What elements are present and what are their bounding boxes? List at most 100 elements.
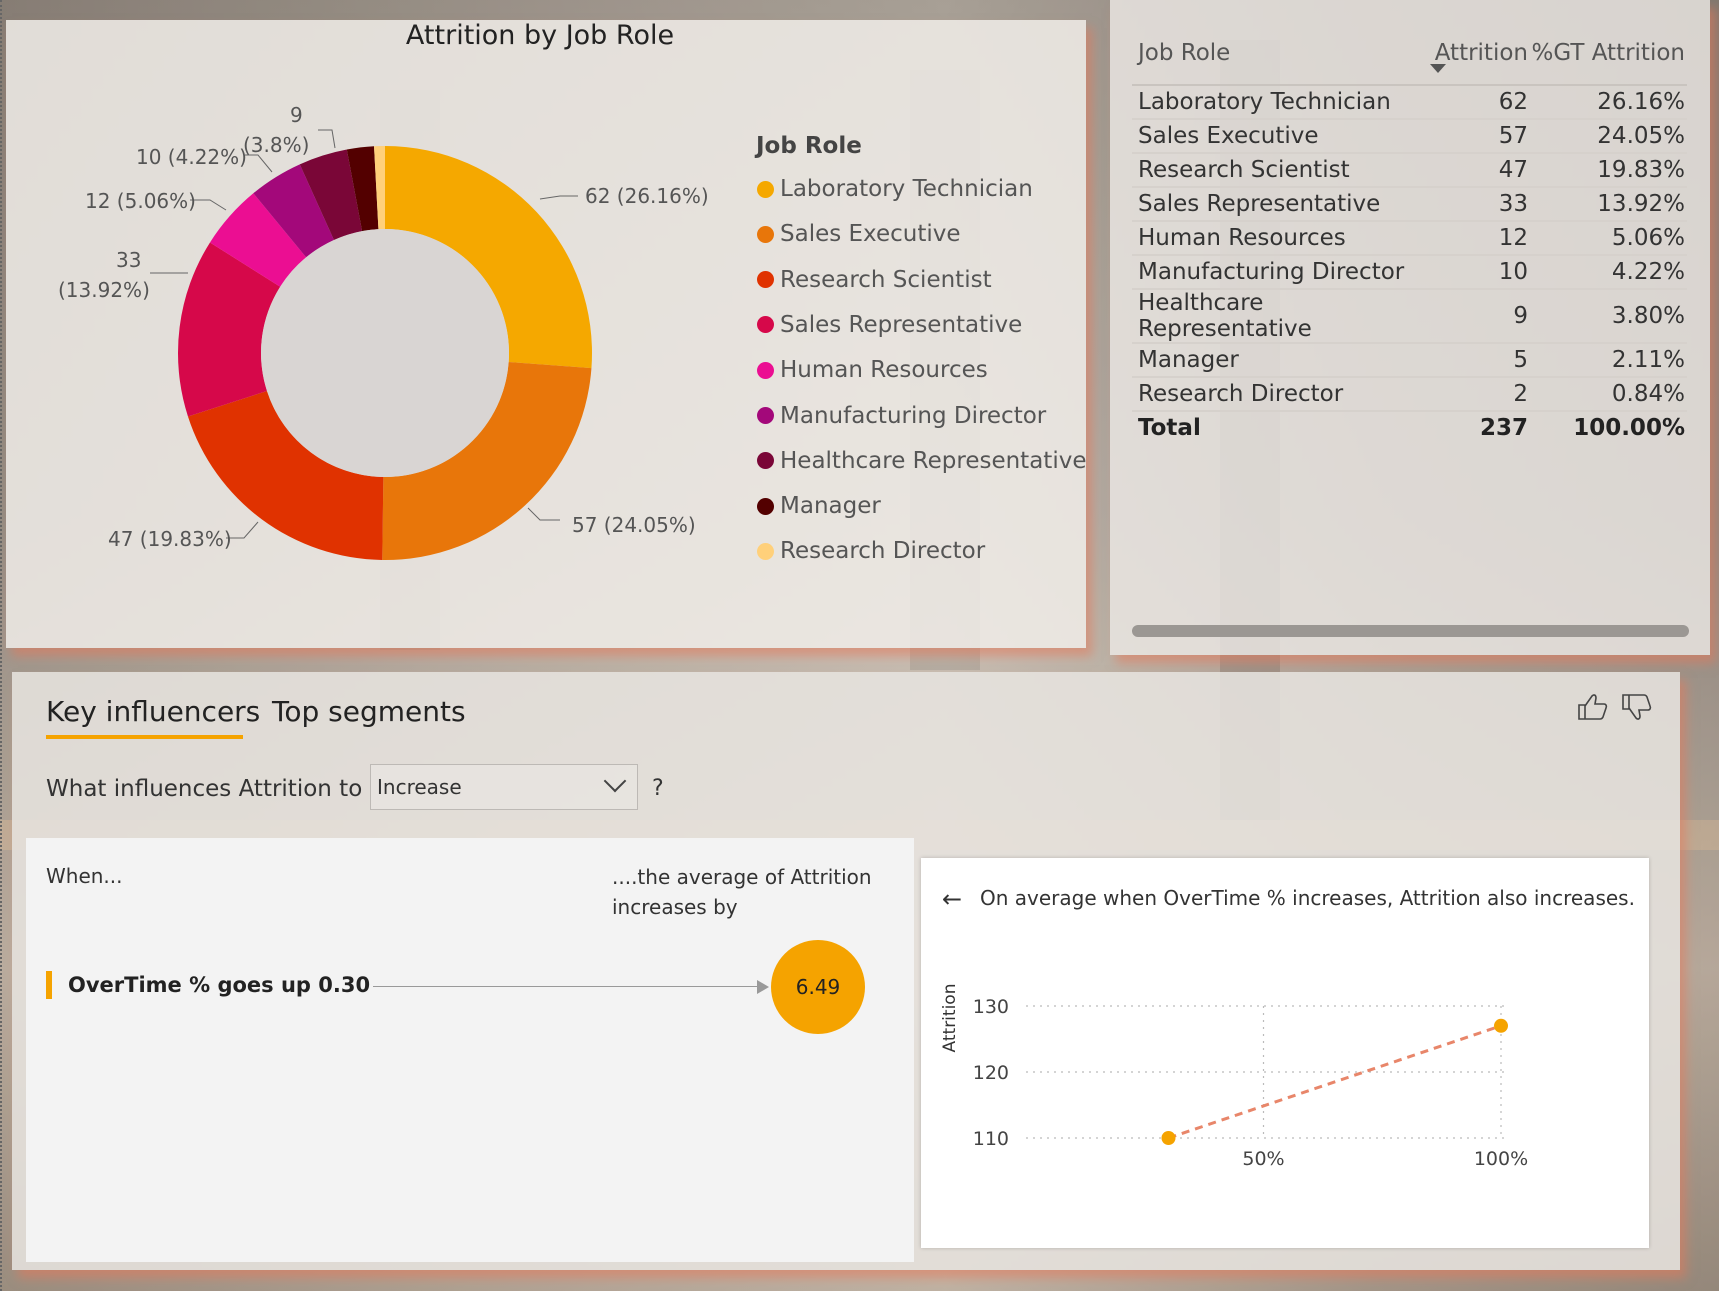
legend-item-healthcare-representative[interactable]: Healthcare Representative bbox=[757, 446, 1086, 476]
cell-job-role: Research Director bbox=[1132, 377, 1430, 412]
table-row[interactable]: Human Resources 12 5.06% bbox=[1132, 221, 1687, 256]
sort-descending-icon[interactable] bbox=[1430, 64, 1446, 73]
cell-attrition: 33 bbox=[1430, 187, 1530, 222]
outcome-dropdown[interactable]: Increase bbox=[370, 764, 638, 810]
influencer-selected-marker bbox=[46, 971, 52, 999]
donut-hole bbox=[261, 229, 509, 477]
tab-top-segments[interactable]: Top segments bbox=[272, 695, 466, 728]
legend-label: Manager bbox=[780, 493, 881, 520]
cell-gt-attrition: 2.11% bbox=[1530, 343, 1687, 378]
slice-label-health-pct: (3.8%) bbox=[243, 133, 310, 157]
influencer-label[interactable]: OverTime % goes up 0.30 bbox=[68, 973, 370, 997]
legend-swatch bbox=[757, 407, 774, 424]
legend-label: Sales Executive bbox=[780, 221, 961, 248]
legend-item-research-director[interactable]: Research Director bbox=[757, 536, 985, 566]
active-tab-indicator bbox=[46, 735, 243, 739]
chevron-down-icon bbox=[603, 769, 627, 793]
legend-label: Human Resources bbox=[780, 357, 988, 384]
cell-job-role: Laboratory Technician bbox=[1132, 85, 1430, 120]
table-row[interactable]: Research Scientist 47 19.83% bbox=[1132, 153, 1687, 188]
cell-attrition: 57 bbox=[1430, 119, 1530, 154]
x-tick-label: 50% bbox=[1242, 1148, 1284, 1170]
legend-item-sales-executive[interactable]: Sales Executive bbox=[757, 219, 961, 249]
job-role-table-panel[interactable]: Job Role Attrition %GT Attrition Laborat… bbox=[1110, 0, 1710, 655]
legend-label: Laboratory Technician bbox=[780, 176, 1033, 202]
thumbs-up-icon[interactable] bbox=[1576, 692, 1610, 722]
help-icon[interactable]: ? bbox=[652, 776, 664, 801]
cell-job-role: Total bbox=[1138, 415, 1201, 441]
column-header-job-role[interactable]: Job Role bbox=[1132, 30, 1430, 86]
connector-arrow-icon bbox=[757, 980, 769, 994]
slice-label-research-sci: 47 (19.83%) bbox=[108, 527, 232, 551]
slice-label-sales-exec: 57 (24.05%) bbox=[572, 513, 696, 537]
legend-label: Sales Representative bbox=[780, 311, 1023, 338]
cell-attrition: 12 bbox=[1430, 221, 1530, 256]
legend-item-laboratory-technician[interactable]: Laboratory Technician bbox=[757, 174, 1033, 204]
legend-swatch bbox=[757, 180, 774, 198]
legend-swatch bbox=[757, 497, 774, 515]
tab-key-influencers[interactable]: Key influencers bbox=[46, 695, 260, 728]
cell-attrition: 9 bbox=[1430, 289, 1530, 344]
legend-swatch bbox=[757, 225, 774, 243]
legend-item-human-resources[interactable]: Human Resources bbox=[757, 355, 988, 385]
data-point[interactable] bbox=[1161, 1131, 1176, 1145]
cell-gt-attrition: 100.00% bbox=[1573, 415, 1685, 441]
y-tick-label: 110 bbox=[973, 1128, 1009, 1150]
table-row[interactable]: Healthcare Representative 9 3.80% bbox=[1132, 289, 1687, 344]
cell-job-role: Manufacturing Director bbox=[1132, 255, 1430, 290]
cell-gt-attrition: 0.84% bbox=[1530, 377, 1687, 412]
table-total-row[interactable]: Total 237 100.00% bbox=[1132, 411, 1687, 444]
table-row[interactable]: Manufacturing Director 10 4.22% bbox=[1132, 255, 1687, 290]
legend-swatch bbox=[757, 316, 774, 334]
table-row[interactable]: Manager 5 2.11% bbox=[1132, 343, 1687, 378]
cell-job-role: Healthcare Representative bbox=[1132, 289, 1430, 344]
data-point[interactable] bbox=[1494, 1018, 1508, 1033]
influencer-value-bubble[interactable]: 6.49 bbox=[771, 940, 865, 1034]
slice-label-hr: 12 (5.06%) bbox=[85, 189, 196, 213]
slice-label-sales-rep-pct: (13.92%) bbox=[58, 278, 150, 302]
legend-item-sales-representative[interactable]: Sales Representative bbox=[757, 310, 1022, 340]
y-tick-label: 120 bbox=[973, 1062, 1009, 1084]
column-header-attrition[interactable]: Attrition bbox=[1430, 30, 1530, 86]
horizontal-scrollbar[interactable] bbox=[1132, 625, 1689, 637]
cell-gt-attrition: 19.83% bbox=[1530, 153, 1687, 188]
cell-gt-attrition: 26.16% bbox=[1530, 85, 1687, 120]
cell-job-role: Sales Representative bbox=[1132, 187, 1430, 222]
influencer-connector-line bbox=[373, 986, 759, 987]
cell-gt-attrition: 5.06% bbox=[1530, 221, 1687, 256]
detail-line-chart[interactable]: Attrition 130 120 110 50% 100% bbox=[921, 858, 1649, 1248]
cell-attrition: 237 bbox=[1479, 415, 1528, 441]
dropdown-value: Increase bbox=[377, 775, 462, 799]
slice-label-health-count: 9 bbox=[290, 103, 303, 127]
question-label: What influences Attrition to bbox=[46, 776, 363, 802]
legend-item-manufacturing-director[interactable]: Manufacturing Director bbox=[757, 401, 1046, 431]
cell-attrition: 62 bbox=[1430, 85, 1530, 120]
cell-attrition: 2 bbox=[1430, 377, 1530, 412]
cell-attrition: 47 bbox=[1430, 153, 1530, 188]
table-row[interactable]: Research Director 2 0.84% bbox=[1132, 377, 1687, 412]
slice-label-mfg-dir: 10 (4.22%) bbox=[136, 145, 247, 169]
average-increase-label: ....the average of Attrition increases b… bbox=[612, 862, 872, 922]
cell-attrition: 10 bbox=[1430, 255, 1530, 290]
y-tick-label: 130 bbox=[973, 996, 1009, 1018]
table-row[interactable]: Sales Executive 57 24.05% bbox=[1132, 119, 1687, 154]
legend-swatch bbox=[757, 542, 774, 560]
cell-gt-attrition: 3.80% bbox=[1530, 289, 1687, 344]
cell-job-role: Sales Executive bbox=[1132, 119, 1430, 154]
legend-swatch bbox=[757, 361, 774, 379]
column-header-gt-attrition[interactable]: %GT Attrition bbox=[1530, 30, 1687, 86]
table-row[interactable]: Laboratory Technician 62 26.16% bbox=[1132, 85, 1687, 120]
legend-swatch bbox=[757, 271, 774, 289]
legend-item-manager[interactable]: Manager bbox=[757, 491, 881, 521]
legend-swatch bbox=[757, 452, 774, 470]
cell-job-role: Manager bbox=[1132, 343, 1430, 378]
table-row[interactable]: Sales Representative 33 13.92% bbox=[1132, 187, 1687, 222]
legend-label: Research Scientist bbox=[780, 266, 992, 293]
legend-item-research-scientist[interactable]: Research Scientist bbox=[757, 265, 992, 295]
legend-label: Manufacturing Director bbox=[780, 402, 1047, 429]
cell-job-role: Research Scientist bbox=[1132, 153, 1430, 188]
legend-title: Job Role bbox=[756, 133, 862, 159]
thumbs-down-icon[interactable] bbox=[1620, 692, 1654, 722]
legend-label: Research Director bbox=[780, 538, 986, 565]
legend-label: Healthcare Representative bbox=[780, 447, 1087, 474]
